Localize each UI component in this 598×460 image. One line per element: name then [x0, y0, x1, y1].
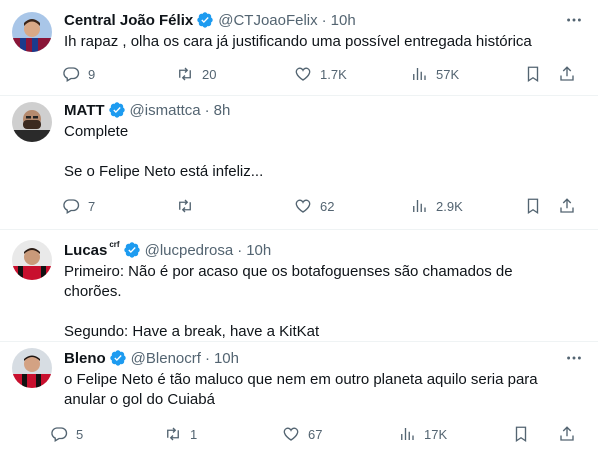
- views-count: 2.9K: [436, 198, 463, 214]
- retweet-button[interactable]: 1: [164, 424, 197, 444]
- author-handle[interactable]: @ismattca: [130, 102, 201, 119]
- reply-icon: [50, 425, 68, 443]
- share-button[interactable]: [558, 424, 576, 444]
- bookmark-button[interactable]: [524, 196, 542, 216]
- tweet-text: o Felipe Neto é tão maluco que nem em ou…: [64, 371, 538, 408]
- share-button[interactable]: [558, 196, 576, 216]
- author-name[interactable]: Lucas: [64, 242, 107, 259]
- retweet-button[interactable]: 20: [176, 64, 216, 84]
- tweet-header: Bleno @Blenocrf · 10h: [64, 348, 239, 368]
- verified-badge-icon: [196, 11, 214, 29]
- views-bar-icon: [410, 197, 428, 215]
- tweet-lucas[interactable]: Lucas crf @lucpedrosa · 10h Primeiro: Nã…: [0, 230, 598, 342]
- retweet-button[interactable]: [176, 196, 194, 216]
- like-count: 1.7K: [320, 66, 347, 82]
- reply-button[interactable]: 9: [62, 64, 95, 84]
- verified-badge-icon: [109, 349, 127, 367]
- tweet-header: Central João Félix @CTJoaoFelix · 10h: [64, 10, 356, 30]
- views-bar-icon: [410, 65, 428, 83]
- like-button[interactable]: 62: [294, 196, 334, 216]
- separator-dot: ·: [204, 101, 210, 119]
- author-name[interactable]: MATT: [64, 102, 105, 119]
- like-button[interactable]: 1.7K: [294, 64, 347, 84]
- share-button[interactable]: [558, 64, 576, 84]
- name-suffix: crf: [109, 239, 120, 249]
- retweet-count: 1: [190, 426, 198, 442]
- more-dots-icon[interactable]: [564, 10, 584, 30]
- separator-dot: ·: [321, 11, 327, 29]
- views-button[interactable]: 2.9K: [410, 196, 463, 216]
- heart-icon: [294, 65, 312, 83]
- more-dots-icon[interactable]: [564, 348, 584, 368]
- views-button[interactable]: 57K: [410, 64, 459, 84]
- avatar[interactable]: [12, 240, 52, 280]
- action-bar: 7 62 2.9K: [62, 196, 582, 216]
- tweet-bleno[interactable]: Bleno @Blenocrf · 10h o Felipe Neto é tã…: [0, 342, 598, 460]
- retweet-icon: [176, 197, 194, 215]
- separator-dot: ·: [204, 349, 210, 367]
- bookmark-icon: [524, 197, 542, 215]
- retweet-count: 20: [202, 66, 217, 82]
- tweet-matt[interactable]: MATT @ismattca · 8h Complete Se o Felipe…: [0, 96, 598, 230]
- views-button[interactable]: 17K: [398, 424, 447, 444]
- share-icon: [558, 425, 576, 443]
- verified-badge-icon: [108, 101, 126, 119]
- bookmark-button[interactable]: [512, 424, 530, 444]
- separator-dot: ·: [237, 241, 243, 259]
- views-count: 57K: [436, 66, 460, 82]
- retweet-icon: [164, 425, 182, 443]
- heart-icon: [294, 197, 312, 215]
- author-name[interactable]: Bleno: [64, 350, 106, 367]
- like-button[interactable]: 67: [282, 424, 322, 444]
- tweet-header: MATT @ismattca · 8h: [64, 100, 230, 120]
- like-count: 67: [308, 426, 323, 442]
- tweet-text: Ih rapaz , olha os cara já justificando …: [64, 33, 532, 50]
- reply-count: 7: [88, 198, 96, 214]
- reply-count: 9: [88, 66, 96, 82]
- timestamp[interactable]: 10h: [214, 350, 239, 367]
- tweet-header: Lucas crf @lucpedrosa · 10h: [64, 240, 271, 260]
- views-bar-icon: [398, 425, 416, 443]
- share-icon: [558, 197, 576, 215]
- heart-icon: [282, 425, 300, 443]
- author-name[interactable]: Central João Félix: [64, 12, 193, 29]
- author-handle[interactable]: @lucpedrosa: [145, 242, 234, 259]
- timestamp[interactable]: 10h: [331, 12, 356, 29]
- views-count: 17K: [424, 426, 448, 442]
- reply-button[interactable]: 5: [50, 424, 83, 444]
- like-count: 62: [320, 198, 335, 214]
- share-icon: [558, 65, 576, 83]
- retweet-icon: [176, 65, 194, 83]
- action-bar: 9 20 1.7K 57K: [62, 64, 582, 84]
- timestamp[interactable]: 8h: [214, 102, 231, 119]
- tweet-text: Complete Se o Felipe Neto está infeliz..…: [64, 123, 264, 180]
- tweet-text: Primeiro: Não é por acaso que os botafog…: [64, 263, 513, 340]
- timestamp[interactable]: 10h: [246, 242, 271, 259]
- tweet-central-joao-felix[interactable]: Central João Félix @CTJoaoFelix · 10h Ih…: [0, 0, 598, 96]
- avatar[interactable]: [12, 102, 52, 142]
- bookmark-button[interactable]: [524, 64, 542, 84]
- avatar[interactable]: [12, 12, 52, 52]
- reply-icon: [62, 65, 80, 83]
- author-handle[interactable]: @CTJoaoFelix: [218, 12, 317, 29]
- verified-badge-icon: [123, 241, 141, 259]
- reply-icon: [62, 197, 80, 215]
- bookmark-icon: [524, 65, 542, 83]
- action-bar: 5 1 67 17K: [50, 424, 582, 444]
- bookmark-icon: [512, 425, 530, 443]
- reply-count: 5: [76, 426, 84, 442]
- reply-button[interactable]: 7: [62, 196, 95, 216]
- author-handle[interactable]: @Blenocrf: [131, 350, 201, 367]
- avatar[interactable]: [12, 348, 52, 388]
